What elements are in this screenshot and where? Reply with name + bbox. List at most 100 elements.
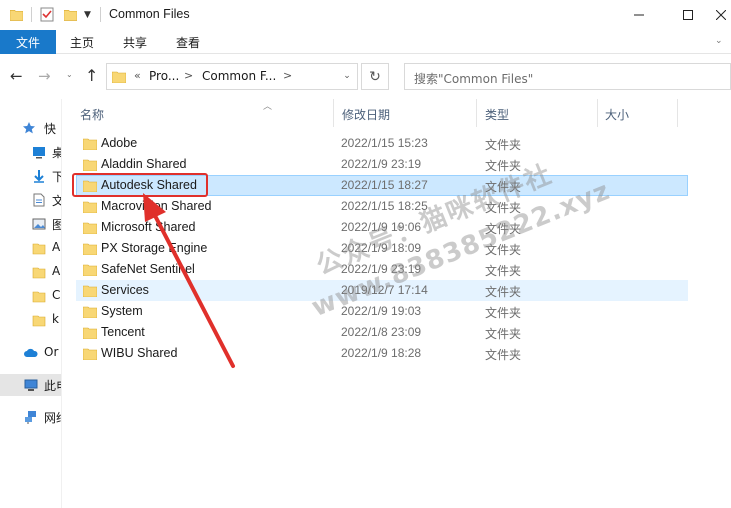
file-row[interactable]: WIBU Shared 2022/1/9 18:28 文件夹: [76, 343, 688, 364]
file-row[interactable]: Services 2019/12/7 17:14 文件夹: [76, 280, 688, 301]
nav-item-folder[interactable]: A: [0, 237, 61, 259]
folder-icon: [83, 159, 97, 171]
back-button[interactable]: ←: [10, 68, 26, 84]
document-icon: [33, 193, 45, 207]
tab-share[interactable]: 共享: [123, 30, 147, 54]
tab-file[interactable]: 文件: [0, 30, 56, 54]
nav-item-desktop[interactable]: 桌: [0, 141, 61, 163]
tab-home[interactable]: 主页: [70, 30, 94, 54]
file-name: System: [101, 304, 143, 318]
forward-button[interactable]: →: [38, 68, 54, 84]
overflow-chevron[interactable]: «: [134, 69, 141, 82]
quick-access-dropdown-icon[interactable]: ▼: [84, 8, 94, 22]
file-date: 2022/1/9 19:06: [341, 220, 422, 234]
refresh-icon: ↻: [369, 68, 381, 85]
close-icon: [715, 10, 726, 20]
file-row[interactable]: PX Storage Engine 2022/1/9 18:09 文件夹: [76, 238, 688, 259]
file-date: 2022/1/9 18:28: [341, 346, 422, 360]
folder-icon: [32, 243, 46, 255]
file-type: 文件夹: [485, 348, 522, 362]
file-row[interactable]: Adobe 2022/1/15 15:23 文件夹: [76, 133, 688, 154]
folder-icon: [112, 71, 126, 83]
ribbon-expand-icon[interactable]: ⌄: [715, 36, 727, 48]
folder-icon: [83, 285, 97, 297]
folder-icon: [83, 306, 97, 318]
file-list: Adobe 2022/1/15 15:23 文件夹 Aladdin Shared 202…: [63, 133, 731, 364]
nav-item-label: C: [52, 288, 61, 302]
nav-item-label: 桌: [52, 144, 61, 161]
window-title: Common Files: [109, 7, 190, 21]
nav-item-downloads[interactable]: 下: [0, 165, 61, 187]
column-divider[interactable]: [476, 99, 477, 127]
nav-item-label: A: [52, 264, 61, 278]
file-name: Tencent: [101, 325, 145, 339]
nav-item-label: 快: [44, 122, 57, 136]
column-divider[interactable]: [677, 99, 678, 127]
folder-icon: [83, 264, 97, 276]
file-row[interactable]: Microsoft Shared 2022/1/9 19:06 文件夹: [76, 217, 688, 238]
file-row[interactable]: System 2022/1/9 19:03 文件夹: [76, 301, 688, 322]
file-date: 2022/1/9 18:09: [341, 241, 422, 255]
folder-icon[interactable]: [10, 8, 23, 21]
download-icon: [34, 170, 44, 183]
desktop-icon: [33, 147, 45, 159]
column-divider[interactable]: [333, 99, 334, 127]
breadcrumb-item[interactable]: Common F...: [202, 69, 276, 83]
column-divider[interactable]: [597, 99, 598, 127]
column-size[interactable]: 大小: [605, 106, 629, 123]
file-name: Adobe: [101, 136, 138, 150]
close-button[interactable]: [710, 0, 731, 30]
properties-icon[interactable]: [40, 7, 54, 22]
nav-item-onedrive[interactable]: Or: [0, 342, 61, 364]
nav-item-pictures[interactable]: 图: [0, 213, 61, 235]
column-type[interactable]: 类型: [485, 106, 509, 123]
computer-icon: [24, 379, 38, 391]
breadcrumb-separator[interactable]: >: [283, 69, 292, 82]
sort-ascending-icon: ︿: [263, 102, 273, 112]
new-folder-icon[interactable]: [64, 8, 77, 21]
file-name: WIBU Shared: [101, 346, 178, 360]
nav-item-label: k: [52, 312, 59, 326]
ribbon-tabs: 文件 主页 共享 查看 ⌄: [0, 30, 731, 54]
address-bar[interactable]: « Pro... > Common F... > ⌄: [106, 63, 358, 90]
picture-icon: [32, 218, 46, 230]
nav-item-label: 文: [52, 192, 61, 209]
maximize-button[interactable]: [665, 0, 711, 30]
file-date: 2022/1/8 23:09: [341, 325, 422, 339]
refresh-button[interactable]: ↻: [361, 63, 389, 90]
file-date: 2019/12/7 17:14: [341, 283, 428, 297]
nav-item-this-pc[interactable]: 此电: [0, 374, 61, 396]
star-icon: [23, 122, 35, 134]
nav-item-quick-access[interactable]: 快: [0, 117, 61, 139]
search-input[interactable]: 搜索"Common Files": [404, 63, 731, 90]
file-row[interactable]: Aladdin Shared 2022/1/9 23:19 文件夹: [76, 154, 688, 175]
file-type: 文件夹: [485, 327, 522, 341]
file-date: 2022/1/9 23:19: [341, 262, 422, 276]
breadcrumb-item[interactable]: Pro...: [149, 69, 179, 83]
nav-item-documents[interactable]: 文: [0, 189, 61, 211]
nav-item-folder[interactable]: C: [0, 285, 61, 307]
file-name: SafeNet Sentinel: [101, 262, 195, 276]
tab-view[interactable]: 查看: [176, 30, 200, 54]
file-type: 文件夹: [485, 180, 522, 194]
breadcrumb-separator[interactable]: >: [184, 69, 193, 82]
file-row[interactable]: SafeNet Sentinel 2022/1/9 23:19 文件夹: [76, 259, 688, 280]
address-dropdown-icon[interactable]: ⌄: [339, 67, 355, 86]
column-name[interactable]: 名称: [80, 106, 104, 123]
nav-item-folder[interactable]: A: [0, 261, 61, 283]
up-button[interactable]: ↑: [85, 67, 101, 85]
nav-item-label: 图: [52, 216, 61, 233]
nav-item-folder[interactable]: k: [0, 309, 61, 331]
file-type: 文件夹: [485, 159, 522, 173]
column-date[interactable]: 修改日期: [342, 106, 390, 123]
file-row[interactable]: Macrovision Shared 2022/1/15 18:25 文件夹: [76, 196, 688, 217]
file-date: 2022/1/15 18:25: [341, 199, 428, 213]
nav-item-label: 此电: [44, 379, 61, 393]
title-divider: [100, 7, 101, 22]
annotation-highlight-box: [72, 173, 208, 197]
minimize-button[interactable]: [616, 0, 662, 30]
file-row[interactable]: Tencent 2022/1/8 23:09 文件夹: [76, 322, 688, 343]
nav-item-network[interactable]: 网络: [0, 406, 61, 428]
folder-icon: [83, 201, 97, 213]
recent-locations-icon[interactable]: ⌄: [66, 70, 76, 80]
